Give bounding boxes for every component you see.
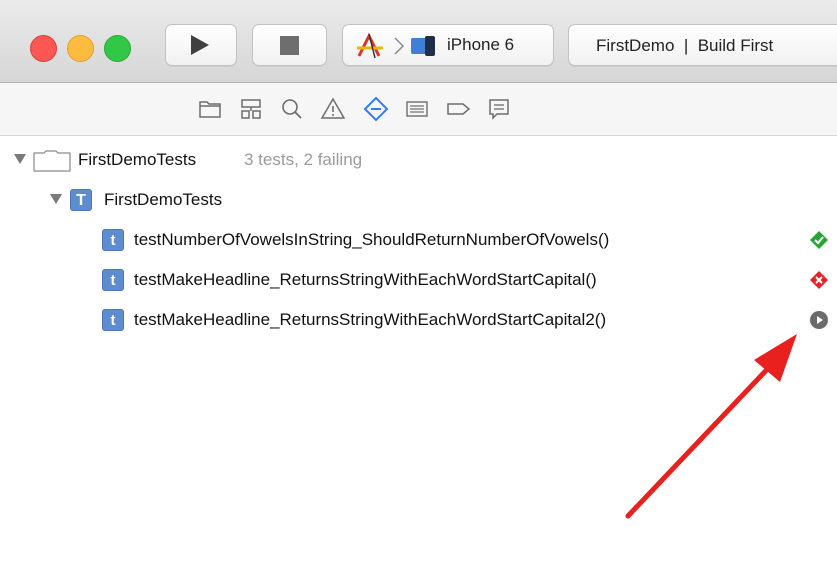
run-button[interactable] — [165, 24, 237, 66]
close-window-button[interactable] — [30, 35, 57, 62]
breakpoint-icon[interactable] — [444, 95, 472, 123]
device-label: iPhone 6 — [447, 35, 515, 54]
annotation-arrow-icon — [625, 334, 797, 519]
hierarchy-icon[interactable] — [237, 95, 265, 123]
minimize-window-button[interactable] — [67, 35, 94, 62]
stop-icon — [280, 36, 299, 55]
scheme-selector[interactable]: iPhone 6 — [342, 24, 554, 66]
play-icon — [191, 35, 209, 55]
folder-icon[interactable] — [196, 95, 224, 123]
debug-icon[interactable] — [403, 95, 431, 123]
zoom-window-button[interactable] — [104, 35, 131, 62]
activity-viewer: FirstDemo | Build First — [568, 24, 837, 66]
stop-button[interactable] — [252, 24, 327, 66]
warning-icon[interactable] — [319, 95, 347, 123]
activity-status-text: FirstDemo | Build First — [596, 36, 774, 55]
test-navigator-tree: FirstDemoTests 3 tests, 2 failing T Firs… — [0, 136, 837, 571]
window-toolbar: iPhone 6 FirstDemo | Build First — [0, 0, 837, 83]
search-icon[interactable] — [278, 95, 306, 123]
report-icon[interactable] — [485, 95, 513, 123]
navigator-selector-bar — [0, 83, 837, 136]
test-navigator-icon[interactable] — [362, 95, 390, 123]
